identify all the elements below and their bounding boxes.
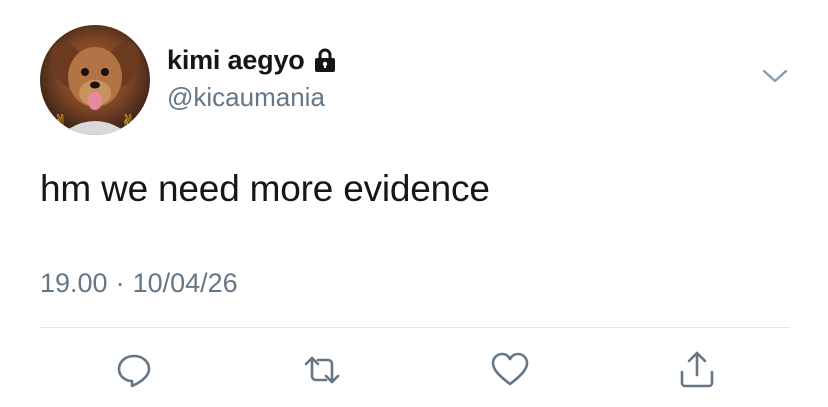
avatar[interactable]: ✌ ✌ [40,25,150,135]
display-name[interactable]: kimi aegyo [167,45,305,76]
heart-icon[interactable] [490,350,530,390]
tweet-date: 10/04/26 [132,268,238,298]
user-handle[interactable]: @kicaumania [167,82,325,113]
timestamp-separator: · [115,268,125,298]
tweet-text: hm we need more evidence [40,168,490,209]
share-upload-icon[interactable] [677,350,717,390]
svg-text:✌: ✌ [120,110,137,134]
chevron-down-icon[interactable] [761,66,789,86]
display-name-row: kimi aegyo [167,42,336,78]
tweet-card: ✌ ✌ kimi aegyo @kicaumania hm we need mo… [0,0,828,407]
divider [40,327,790,328]
svg-text:✌: ✌ [52,110,69,134]
retweet-arrows-icon[interactable] [302,350,342,390]
lock-icon [314,48,336,72]
tweet-time: 19.00 [40,268,108,298]
reply-icon[interactable] [114,350,154,390]
tweet-timestamp[interactable]: 19.00 · 10/04/26 [40,268,238,299]
